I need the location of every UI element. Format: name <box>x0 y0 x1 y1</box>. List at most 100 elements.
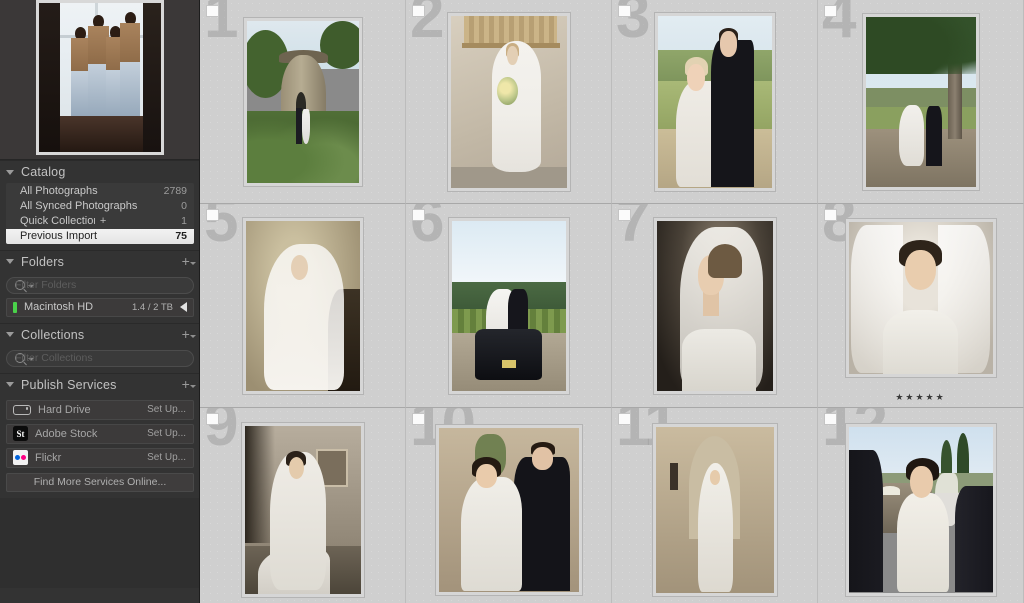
add-folder-icon[interactable]: + <box>182 254 197 268</box>
navigator-preview[interactable] <box>36 0 164 155</box>
filter-folders-placeholder: Filter Folders <box>15 279 77 292</box>
flag-icon[interactable] <box>412 209 425 221</box>
lightroom-window: Catalog All Photographs 2789 All Synced … <box>0 0 1024 603</box>
flag-icon[interactable] <box>824 413 837 425</box>
grid-cell[interactable]: 4 <box>818 0 1024 204</box>
chevron-down-icon[interactable] <box>6 382 14 388</box>
grid-cell[interactable]: 8 ★★★★★ <box>818 204 1024 408</box>
thumbnail[interactable] <box>861 12 980 191</box>
thumbnail[interactable] <box>652 216 777 395</box>
photo <box>656 220 773 391</box>
grid-view[interactable]: 1 2 3 4 5 6 7 8 ★★★★★ 9 11 <box>200 0 1024 603</box>
catalog-row-all-photographs[interactable]: All Photographs 2789 <box>6 183 194 198</box>
thumbnail-grid: 1 2 3 4 5 6 7 8 ★★★★★ 9 11 <box>200 0 1024 603</box>
publish-service-setup-link[interactable]: Set Up... <box>147 404 186 415</box>
grid-cell[interactable]: 7 <box>612 204 818 408</box>
grid-cell[interactable]: 12 <box>818 408 1024 603</box>
thumbnail[interactable] <box>653 11 776 192</box>
find-more-services-button[interactable]: Find More Services Online... <box>6 472 194 492</box>
navigator-photo <box>39 2 161 152</box>
volume-size: 1.4 / 2 TB <box>131 301 173 313</box>
photo <box>657 15 772 188</box>
grid-cell[interactable]: 11 <box>612 408 818 603</box>
publish-service-setup-link[interactable]: Set Up... <box>147 428 186 439</box>
chevron-down-icon[interactable] <box>6 259 14 265</box>
hard-drive-icon <box>13 404 31 415</box>
add-collection-icon[interactable]: + <box>182 327 197 341</box>
grid-cell[interactable]: 5 <box>200 204 406 408</box>
flag-icon[interactable] <box>824 209 837 221</box>
catalog-row-count: 2789 <box>163 184 187 197</box>
flag-icon[interactable] <box>206 209 219 221</box>
publish-service-adobe-stock[interactable]: St Adobe Stock Set Up... <box>6 423 194 444</box>
filter-folders-input[interactable]: Filter Folders <box>6 276 194 294</box>
chevron-down-icon[interactable] <box>6 169 14 175</box>
volume-row-macintosh-hd[interactable]: Macintosh HD 1.4 / 2 TB <box>6 297 194 317</box>
navigator-panel[interactable] <box>0 0 199 160</box>
panel-body-collections: Filter Collections <box>0 349 199 373</box>
flag-icon[interactable] <box>206 413 219 425</box>
publish-service-hard-drive[interactable]: Hard Drive Set Up... <box>6 399 194 420</box>
panel-header-folders[interactable]: Folders + <box>0 249 199 273</box>
grid-cell[interactable]: 3 <box>612 0 818 204</box>
sidebar-empty-area <box>0 497 199 588</box>
panel-header-publish-services[interactable]: Publish Services + <box>0 372 199 396</box>
flag-icon[interactable] <box>206 5 219 17</box>
flag-icon[interactable] <box>618 209 631 221</box>
photo <box>655 426 774 593</box>
flag-icon[interactable] <box>412 413 425 425</box>
publish-service-name: Hard Drive <box>38 403 91 416</box>
photo <box>244 425 361 594</box>
thumbnail[interactable] <box>844 422 997 597</box>
catalog-row-all-synced-photographs[interactable]: All Synced Photographs 0 <box>6 198 194 213</box>
catalog-row-label: Previous Import <box>20 230 98 243</box>
grid-cell[interactable]: 10 <box>406 408 612 603</box>
panel-body-publish-services: Hard Drive Set Up... St Adobe Stock Set … <box>0 399 199 498</box>
catalog-row-count: 75 <box>175 230 187 243</box>
panel-title-publish-services: Publish Services <box>21 377 117 392</box>
catalog-row-previous-import[interactable]: Previous Import 75 <box>6 228 194 244</box>
grid-cell[interactable]: 1 <box>200 0 406 204</box>
panel-header-collections[interactable]: Collections + <box>0 322 199 346</box>
volume-name: Macintosh HD <box>24 301 94 314</box>
add-publish-service-icon[interactable]: + <box>182 377 197 391</box>
photo <box>246 20 359 183</box>
catalog-row-count: 1 <box>181 214 187 227</box>
catalog-row-quick-collection[interactable]: Quick Collection + 1 <box>6 213 194 228</box>
publish-service-name: Flickr <box>35 451 62 464</box>
publish-service-flickr[interactable]: Flickr Set Up... <box>6 447 194 468</box>
panel-title-folders: Folders <box>21 254 65 269</box>
publish-service-name: Adobe Stock <box>35 427 98 440</box>
grid-cell[interactable]: 6 <box>406 204 612 408</box>
catalog-list: All Photographs 2789 All Synced Photogra… <box>6 183 194 244</box>
panel-body-folders: Filter Folders Macintosh HD 1.4 / 2 TB <box>0 276 199 323</box>
flag-icon[interactable] <box>412 5 425 17</box>
catalog-row-label: All Photographs <box>20 184 98 197</box>
adobe-stock-icon: St <box>13 426 28 442</box>
chevron-left-icon[interactable] <box>180 302 187 313</box>
flag-icon[interactable] <box>824 5 837 17</box>
panel-header-catalog[interactable]: Catalog <box>0 160 199 183</box>
grid-cell[interactable]: 9 <box>200 408 406 603</box>
chevron-down-icon[interactable] <box>6 332 14 338</box>
publish-service-setup-link[interactable]: Set Up... <box>147 452 186 463</box>
flickr-icon <box>13 450 28 466</box>
grid-cell[interactable]: 2 <box>406 0 612 204</box>
quick-collection-plus-icon[interactable]: + <box>100 215 106 227</box>
thumbnail[interactable] <box>242 16 363 187</box>
thumbnail[interactable] <box>651 422 778 597</box>
flag-icon[interactable] <box>618 413 631 425</box>
panel-title-catalog: Catalog <box>21 165 66 179</box>
thumbnail[interactable] <box>844 217 997 378</box>
catalog-row-label: Quick Collection <box>20 214 95 227</box>
thumbnail[interactable] <box>241 216 364 395</box>
star-rating[interactable]: ★★★★★ <box>895 392 945 403</box>
thumbnail[interactable] <box>447 216 570 395</box>
thumbnail[interactable] <box>434 423 583 596</box>
catalog-row-count: 0 <box>181 199 187 212</box>
thumbnail[interactable] <box>446 11 571 192</box>
filter-collections-input[interactable]: Filter Collections <box>6 349 194 367</box>
flag-icon[interactable] <box>618 5 631 17</box>
photo <box>848 426 993 593</box>
thumbnail[interactable] <box>240 421 365 598</box>
